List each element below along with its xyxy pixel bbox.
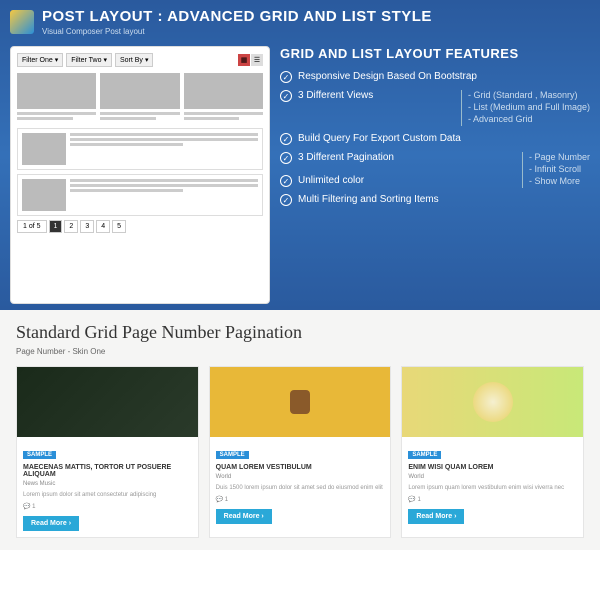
page-button[interactable]: 4 [96, 220, 110, 233]
comment-icon: 💬 1 [216, 496, 385, 503]
page-info: 1 of 5 [17, 220, 47, 233]
chevron-down-icon: ▾ [55, 56, 59, 64]
sort-select[interactable]: Sort By▾ [115, 53, 153, 67]
logo-icon [10, 10, 34, 34]
check-icon: ✓ [280, 71, 292, 83]
thumb-card [184, 73, 263, 122]
grid-view-icon[interactable]: ▦ [238, 54, 250, 66]
card-image [210, 367, 391, 437]
check-icon: ✓ [280, 90, 292, 102]
card-meta: World [408, 474, 577, 480]
chevron-down-icon: ▾ [103, 56, 107, 64]
page-button[interactable]: 2 [64, 220, 78, 233]
filter-one-select[interactable]: Filter One▾ [17, 53, 63, 67]
banner-header: POST LAYOUT : ADVANCED GRID AND LIST STY… [10, 8, 432, 36]
list-view-icon[interactable]: ☰ [251, 54, 263, 66]
check-icon: ✓ [280, 194, 292, 206]
list-card [17, 174, 263, 216]
card-image [402, 367, 583, 437]
check-icon: ✓ [280, 175, 292, 187]
post-card: SAMPLE ENIM WISI QUAM LOREM World Lorem … [401, 366, 584, 538]
card-meta: News Music [23, 481, 192, 487]
banner-title: POST LAYOUT : ADVANCED GRID AND LIST STY… [42, 8, 432, 25]
card-meta: World [216, 474, 385, 480]
page-button[interactable]: 5 [112, 220, 126, 233]
features-title: GRID AND LIST LAYOUT FEATURES [280, 46, 590, 61]
read-more-button[interactable]: Read More › [216, 509, 272, 524]
card-desc: Lorem ipsum dolor sit amet consectetur a… [23, 491, 192, 499]
filter-two-select[interactable]: Filter Two▾ [66, 53, 112, 67]
badge: SAMPLE [216, 451, 249, 459]
page-button[interactable]: 1 [49, 220, 63, 233]
post-card: SAMPLE MAECENAS MATTIS, TORTOR UT POSUER… [16, 366, 199, 538]
badge: SAMPLE [408, 451, 441, 459]
page-button[interactable]: 3 [80, 220, 94, 233]
card-image [17, 367, 198, 437]
check-icon: ✓ [280, 152, 292, 164]
read-more-button[interactable]: Read More › [408, 509, 464, 524]
card-desc: Duis 1500 lorem ipsum dolor sit amet sed… [216, 484, 385, 492]
features-panel: GRID AND LIST LAYOUT FEATURES ✓Responsiv… [280, 46, 590, 300]
card-title[interactable]: ENIM WISI QUAM LOREM [408, 464, 577, 471]
thumb-card [17, 73, 96, 122]
card-title[interactable]: QUAM LOREM VESTIBULUM [216, 464, 385, 471]
thumb-card [100, 73, 179, 122]
card-title[interactable]: MAECENAS MATTIS, TORTOR UT POSUERE ALIQU… [23, 464, 192, 478]
post-card: SAMPLE QUAM LOREM VESTIBULUM World Duis … [209, 366, 392, 538]
check-icon: ✓ [280, 133, 292, 145]
chevron-down-icon: ▾ [145, 56, 149, 64]
badge: SAMPLE [23, 451, 56, 459]
layout-preview: Filter One▾ Filter Two▾ Sort By▾ ▦ ☰ 1 o… [10, 46, 270, 304]
list-card [17, 128, 263, 170]
section-subtitle: Page Number - Skin One [16, 347, 584, 356]
section-title: Standard Grid Page Number Pagination [16, 322, 584, 343]
read-more-button[interactable]: Read More › [23, 516, 79, 531]
banner-subtitle: Visual Composer Post layout [42, 27, 432, 36]
card-desc: Lorem ipsum quam lorem vestibulum enim w… [408, 484, 577, 492]
comment-icon: 💬 1 [23, 503, 192, 510]
comment-icon: 💬 1 [408, 496, 577, 503]
